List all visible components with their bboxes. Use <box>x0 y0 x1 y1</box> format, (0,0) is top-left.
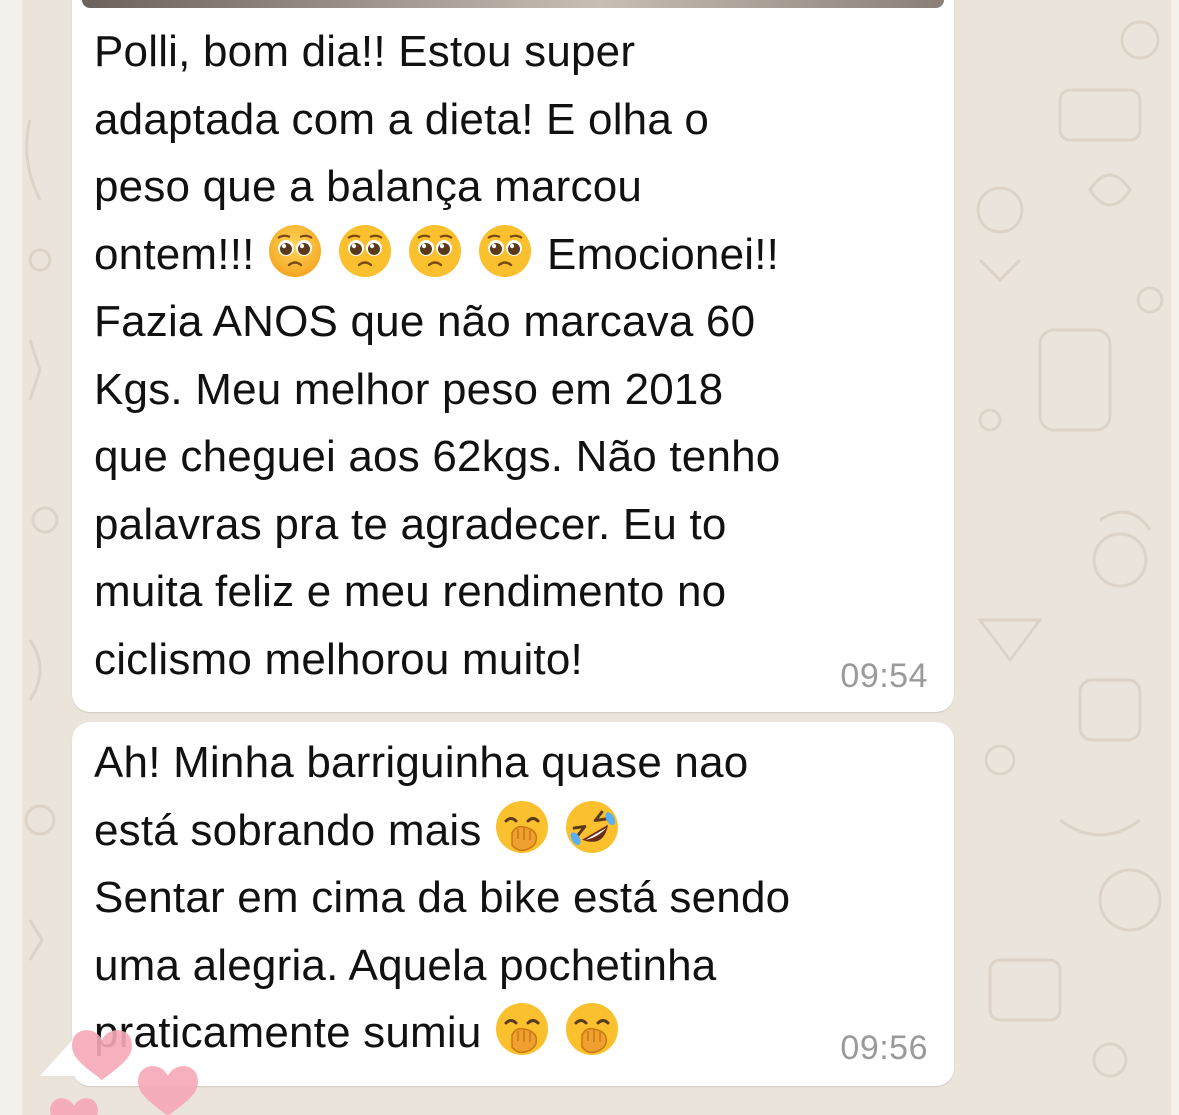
message-line: Fazia ANOS que não marcava 60 <box>94 297 756 346</box>
face-with-hand-over-mouth-icon <box>494 799 550 855</box>
message-line: adaptada com a dieta! E olha o <box>94 94 710 144</box>
pleading-face-icon <box>337 223 393 279</box>
message-line: Ah! Minha barriguinha quase nao <box>94 738 749 787</box>
message-line-with-emojis: ontem!!! Emocionei!! <box>94 221 780 289</box>
message-fragment: está sobrando mais <box>94 805 482 855</box>
message-fragment: ontem!!! <box>94 229 255 279</box>
message-bubble-incoming[interactable]: Polli, bom dia!! Estou super adaptada co… <box>72 0 954 712</box>
message-fragment: Emocionei!! <box>547 229 780 279</box>
message-text: Polli, bom dia!! Estou super adaptada co… <box>94 18 780 693</box>
pleading-face-icon <box>477 223 533 279</box>
hearts-sticker-icon <box>50 1030 198 1115</box>
rolling-on-floor-laughing-icon <box>564 799 620 855</box>
face-with-hand-over-mouth-icon <box>564 1001 620 1057</box>
message-line: peso que a balança marcou <box>94 162 643 211</box>
message-timestamp: 09:56 <box>840 1029 928 1067</box>
left-edge <box>0 0 22 1115</box>
message-line: uma alegria. Aquela pochetinha <box>94 940 717 990</box>
message-line: ciclismo melhorou muito! <box>94 634 583 684</box>
message-line: Polli, bom dia!! Estou super <box>94 27 636 76</box>
right-edge <box>1171 0 1179 1115</box>
previous-image-message-edge[interactable] <box>82 0 944 8</box>
message-line: que cheguei aos 62kgs. Não tenho <box>94 432 781 481</box>
pleading-face-icon <box>407 223 463 279</box>
message-line: Kgs. Meu melhor peso em 2018 <box>94 364 724 414</box>
message-timestamp: 09:54 <box>840 657 928 695</box>
pleading-face-icon <box>267 223 323 279</box>
message-line: Sentar em cima da bike está sendo <box>94 873 791 922</box>
face-with-hand-over-mouth-icon <box>494 1001 550 1057</box>
message-line: palavras pra te agradecer. Eu to <box>94 499 727 549</box>
message-line: muita feliz e meu rendimento no <box>94 567 727 616</box>
message-line-with-emojis: está sobrando mais <box>94 797 790 865</box>
